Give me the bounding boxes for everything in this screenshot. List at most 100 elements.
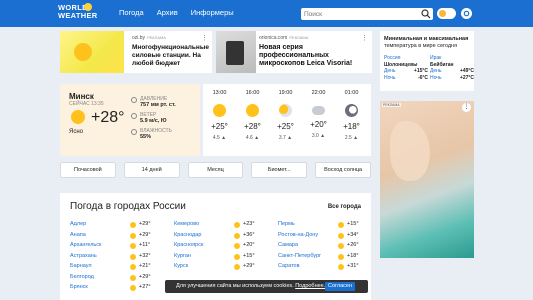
hour-slot: 13:00 +25° 4.5 ▲ xyxy=(203,90,236,141)
ad-banner-2[interactable]: orionica.com РЕКЛАМА Новая серия професси… xyxy=(216,31,372,73)
cookie-more-link[interactable]: Подробнее. xyxy=(295,283,325,289)
ad-source: orionica.com xyxy=(259,35,288,41)
night-value: -6°C xyxy=(417,74,428,81)
city-item[interactable]: Анапа +29° xyxy=(70,231,160,241)
city-name[interactable]: Краснодар xyxy=(174,232,201,238)
sun-icon xyxy=(130,222,136,228)
sun-icon xyxy=(71,110,85,124)
panel-heading: Минимальная и максимальная xyxy=(384,36,469,42)
hour-time: 19:00 xyxy=(278,90,293,96)
hour-temp: +25° xyxy=(277,122,294,131)
city-temp: +26° xyxy=(347,242,359,248)
cloud-icon xyxy=(312,106,325,115)
city-name[interactable]: Самара xyxy=(278,242,298,248)
main-nav: Погода Архив Информеры xyxy=(119,8,234,17)
city-temp: +11° xyxy=(139,242,151,248)
city-name[interactable]: Пермь xyxy=(278,221,295,227)
sun-icon xyxy=(234,264,240,270)
hourly-button[interactable]: Почасовой xyxy=(60,162,116,178)
current-city[interactable]: Минск xyxy=(69,92,94,101)
theme-toggle[interactable] xyxy=(437,8,456,19)
nav-archive[interactable]: Архив xyxy=(157,8,178,17)
wind-metric: ВЕТЕР 5.9 м/с, Ю xyxy=(131,112,196,124)
city-item[interactable]: Кемерово +23° xyxy=(174,220,264,230)
city-row: Адлер +29° Кемерово +23° Пермь +15° xyxy=(70,220,366,231)
city-name[interactable]: Кемерово xyxy=(174,221,199,227)
partly-cloudy-icon xyxy=(279,104,292,117)
city-name[interactable]: Архангельск xyxy=(70,242,101,248)
ad-title[interactable]: Новая серия профессиональных микроскопов… xyxy=(259,44,369,68)
nav-informers[interactable]: Информеры xyxy=(191,8,234,17)
hour-temp: +18° xyxy=(343,122,360,131)
sun-icon xyxy=(130,274,136,281)
city-name[interactable]: Саратов xyxy=(278,263,300,269)
city-item[interactable]: Брянск +27° xyxy=(70,283,160,293)
city-name[interactable]: Красноярск xyxy=(174,242,203,248)
forecast-buttons: Почасовой 14 дней Месяц Биомет... Восход… xyxy=(60,162,371,178)
city-temp: +29° xyxy=(139,273,151,280)
city-item[interactable]: Барнаул +21° xyxy=(70,262,160,272)
sun-icon xyxy=(234,222,240,228)
logo[interactable]: WORLD WEATHER xyxy=(58,3,104,23)
city-name[interactable]: Анапа xyxy=(70,232,86,238)
cookie-accept-button[interactable]: Согласен xyxy=(325,282,356,291)
hour-slot: 16:00 +28° 4.6 ▲ xyxy=(236,90,269,141)
month-button[interactable]: Месяц xyxy=(187,162,244,178)
city-name[interactable]: Санкт-Петербург xyxy=(278,253,321,259)
city-name[interactable]: Барнаул xyxy=(70,263,92,269)
city-name[interactable]: Курган xyxy=(174,253,191,259)
city-item[interactable]: Самара +26° xyxy=(278,241,368,251)
city-temp: +29° xyxy=(139,221,151,227)
city-item[interactable]: Курган +15° xyxy=(174,252,264,262)
city-row: Архангельск +11° Красноярск +20° Самара +26° xyxy=(70,241,366,252)
cookie-banner: Для улучшения сайта мы используем cookie… xyxy=(165,280,368,293)
hour-temp: +25° xyxy=(211,122,228,131)
city-name[interactable]: Ростов-на-Дону xyxy=(278,232,318,238)
city-item[interactable]: Саратов +31° xyxy=(278,262,368,272)
more-icon[interactable]: ⋮ xyxy=(361,34,368,42)
world-temp-panel: Минимальная и максимальная температура в… xyxy=(380,31,474,91)
city-name[interactable]: Курск xyxy=(174,263,188,269)
city-temp: +21° xyxy=(139,263,151,269)
humidity-metric: ВЛАЖНОСТЬ 55% xyxy=(131,128,196,140)
city-item[interactable]: Красноярск +20° xyxy=(174,241,264,251)
city-row: Анапа +29° Краснодар +36° Ростов-на-Дону +34° xyxy=(70,231,366,242)
city-item[interactable]: Краснодар +36° xyxy=(174,231,264,241)
city-item[interactable]: Пермь +15° xyxy=(278,220,368,230)
city-item[interactable]: Ростов-на-Дону +34° xyxy=(278,231,368,241)
biomet-button[interactable]: Биомет... xyxy=(251,162,308,178)
ad-banner-1[interactable]: ozi.by РЕКЛАМА Многофункциональные силовы… xyxy=(60,31,212,73)
city-name[interactable]: Астрахань xyxy=(70,253,97,259)
sun-icon xyxy=(338,243,344,249)
all-cities-link[interactable]: Все города xyxy=(328,204,361,210)
ad-title[interactable]: Многофункциональные силовые станции. На … xyxy=(132,44,210,68)
sun-icon xyxy=(130,264,136,270)
ad-banner-side[interactable]: РЕКЛАМА ⋮ xyxy=(380,101,474,258)
city-item[interactable]: Архангельск +11° xyxy=(70,241,160,251)
hour-temp: +28° xyxy=(244,122,261,131)
city-name[interactable]: Адлер xyxy=(70,221,86,227)
nav-weather[interactable]: Погода xyxy=(119,8,144,17)
ad-tag: РЕКЛАМА xyxy=(147,35,167,40)
more-icon[interactable]: ⋮ xyxy=(462,103,471,112)
city-item[interactable]: Санкт-Петербург +18° xyxy=(278,252,368,262)
city-item[interactable]: Астрахань +32° xyxy=(70,252,160,262)
sun-icon xyxy=(130,285,136,291)
search-icon[interactable] xyxy=(421,9,431,19)
more-icon[interactable]: ⋮ xyxy=(201,34,208,42)
sun-icon xyxy=(234,232,240,239)
14-days-button[interactable]: 14 дней xyxy=(123,162,180,178)
city-name[interactable]: Брянск xyxy=(70,284,88,290)
sun-icon xyxy=(130,232,136,239)
sunrise-button[interactable]: Восход солнца xyxy=(315,162,371,178)
search-input[interactable] xyxy=(304,9,414,19)
wind-icon xyxy=(131,113,137,119)
sun-icon xyxy=(338,222,344,228)
sun-icon xyxy=(338,253,344,260)
city-name[interactable]: Белгород xyxy=(70,274,94,280)
city-item[interactable]: Курск +29° xyxy=(174,262,264,272)
city-temp: +20° xyxy=(243,242,255,248)
city-item[interactable]: Адлер +29° xyxy=(70,220,160,230)
city-item[interactable]: Белгород +29° xyxy=(70,273,160,283)
gear-icon[interactable] xyxy=(461,8,472,19)
